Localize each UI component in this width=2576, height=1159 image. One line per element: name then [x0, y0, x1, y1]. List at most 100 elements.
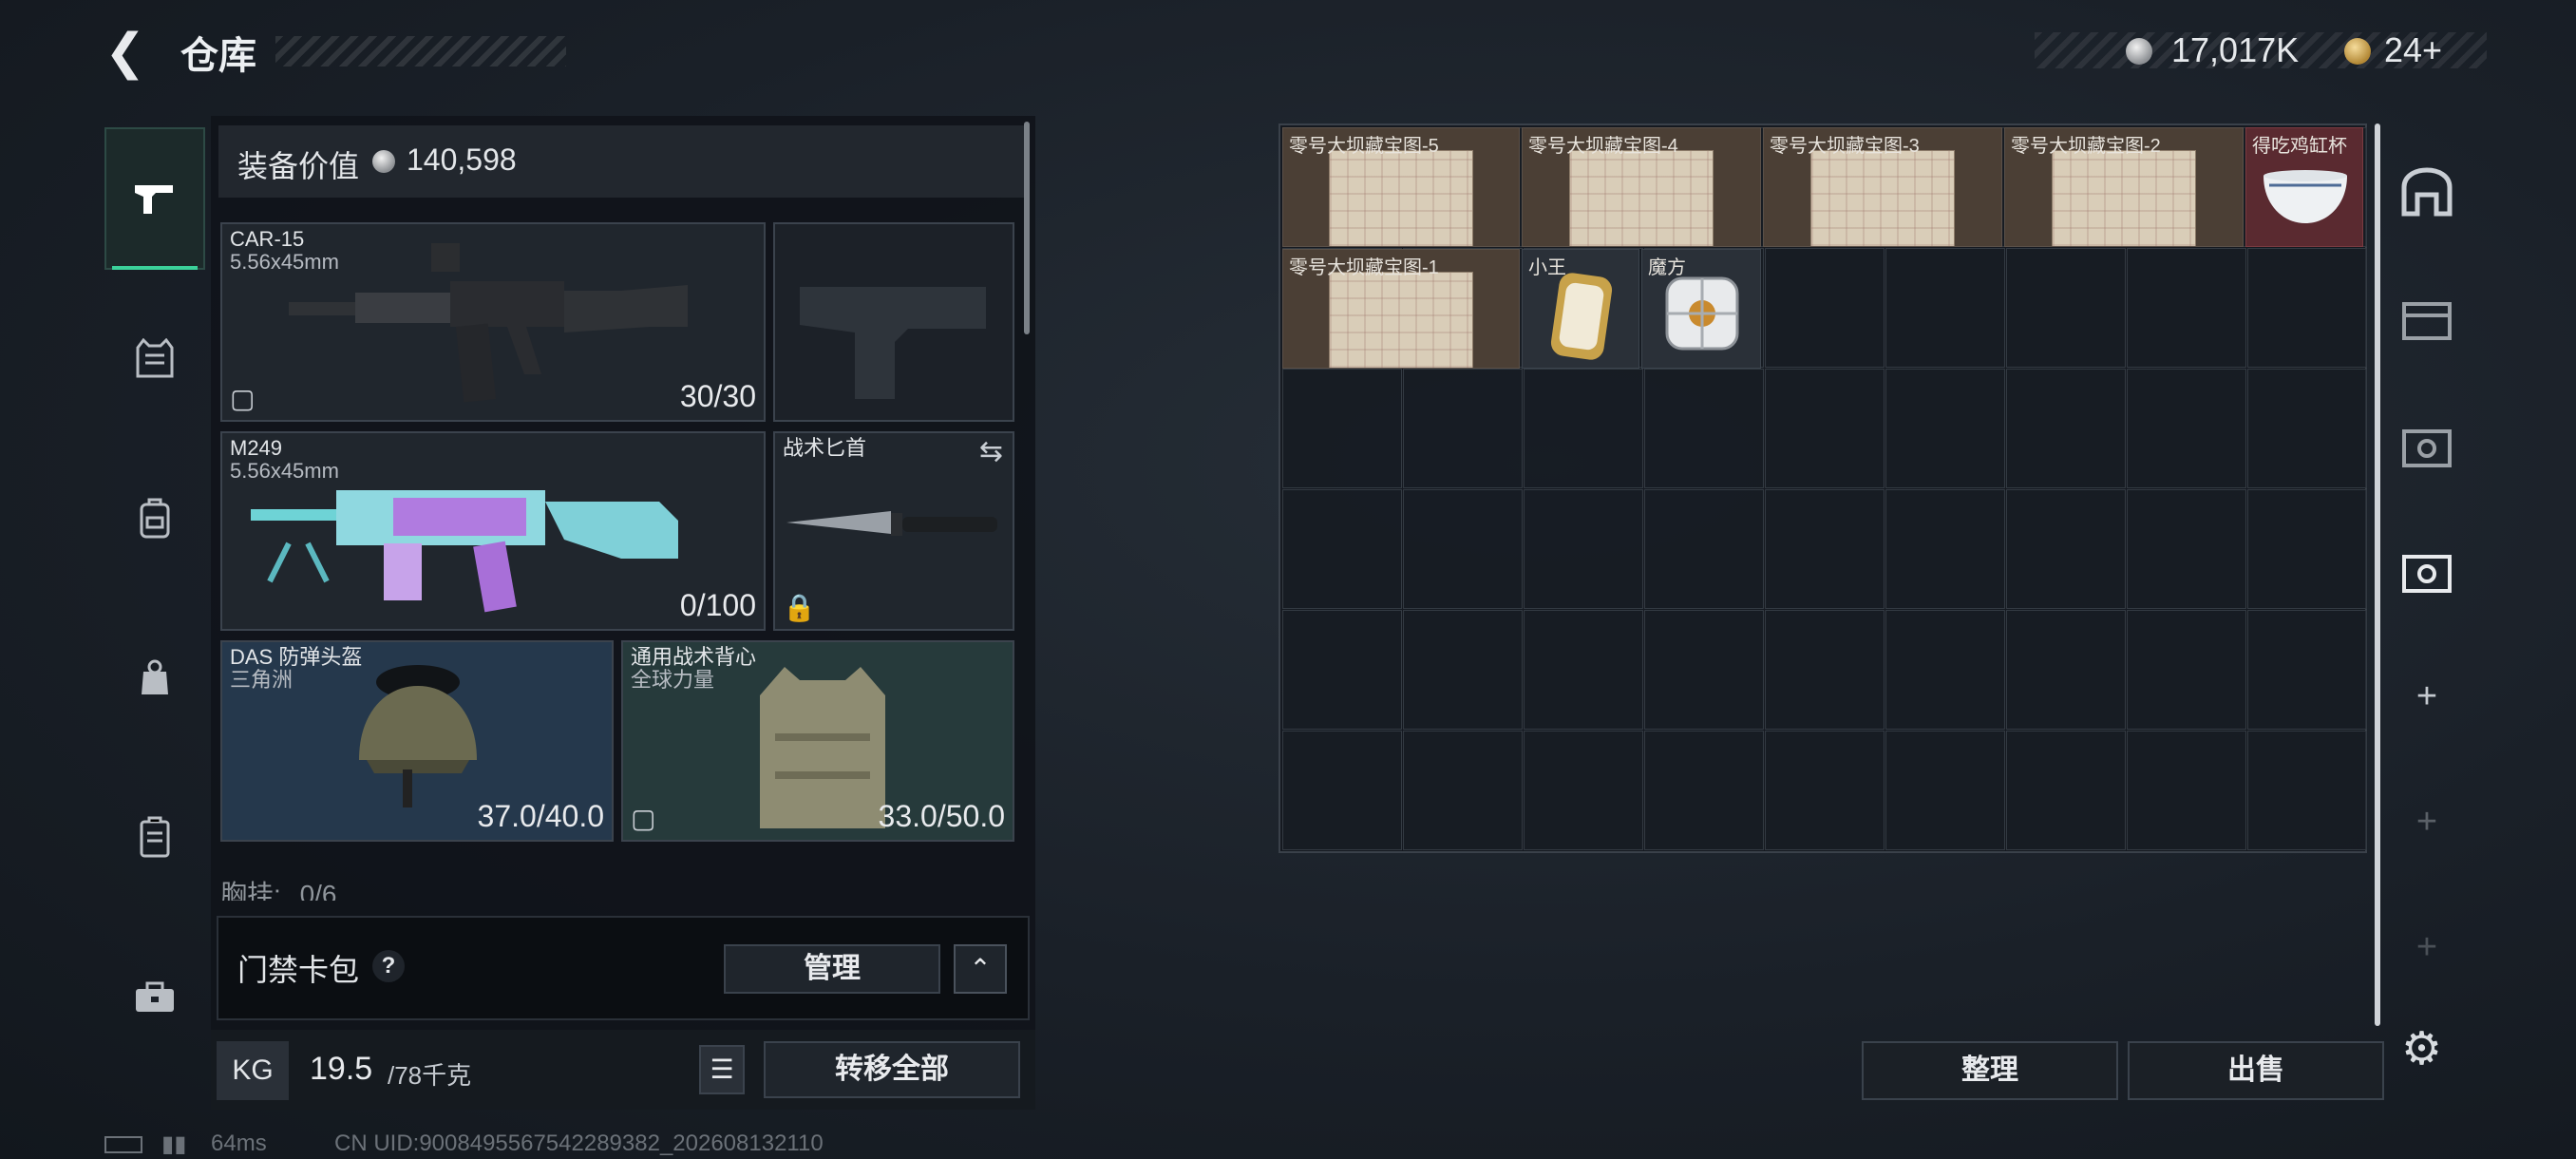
item-label: 零号大坝藏宝图-2 [2011, 136, 2161, 157]
grid-cell[interactable] [2247, 489, 2367, 609]
grid-cell[interactable] [2127, 369, 2246, 488]
grid-cell[interactable] [1765, 489, 1885, 609]
equipment-scrollbar[interactable] [1024, 122, 1030, 334]
storage-item[interactable]: 零号大坝藏宝图-1 [1282, 249, 1520, 369]
storage-tab-2[interactable] [2386, 266, 2468, 370]
chest-rig-row[interactable]: 胸挂: 0/6 [220, 863, 1014, 901]
grid-cell[interactable] [2247, 731, 2367, 850]
grid-cell[interactable] [1282, 731, 1402, 850]
page-title: 仓库 [180, 35, 256, 77]
grid-cell[interactable] [1644, 731, 1764, 850]
chevron-up-icon[interactable]: ⌃ [954, 944, 1007, 994]
rail-bag[interactable] [104, 606, 205, 749]
grid-cell[interactable] [1885, 489, 2005, 609]
grid-cell[interactable] [1524, 610, 1643, 730]
helmet-slot[interactable]: DAS 防弹头盔 三角洲 37.0/40.0 [220, 640, 614, 842]
grid-cell[interactable] [2006, 369, 2126, 488]
grid-cell[interactable] [1524, 489, 1643, 609]
storage-tab-main[interactable] [2386, 141, 2468, 245]
grid-cell[interactable] [1403, 610, 1523, 730]
helmet-name: DAS 防弹头盔 [230, 645, 363, 669]
storage-item[interactable]: 零号大坝藏宝图-5 [1282, 127, 1520, 247]
rail-armor[interactable] [104, 287, 205, 429]
storage-item[interactable]: 零号大坝藏宝图-2 [2004, 127, 2244, 247]
melee-slot[interactable]: 战术匕首 ⇆ 🔒 [773, 431, 1014, 631]
grid-cell[interactable] [2247, 610, 2367, 730]
cube-icon [1665, 276, 1739, 351]
grid-cell[interactable] [1765, 369, 1885, 488]
storage-scrollbar[interactable] [2375, 124, 2380, 1026]
grid-cell[interactable] [1282, 369, 1402, 488]
sell-button[interactable]: 出售 [2128, 1041, 2384, 1100]
grid-cell[interactable] [1885, 369, 2005, 488]
grid-cell[interactable] [2127, 248, 2246, 368]
transfer-all-button[interactable]: 转移全部 [764, 1041, 1020, 1098]
gear-icon[interactable]: ⚙ [2401, 1022, 2442, 1075]
rail-backpack[interactable] [104, 446, 205, 589]
grid-cell[interactable] [1403, 369, 1523, 488]
storage-tab-4-active[interactable] [2386, 519, 2468, 623]
secondary-weapon-slot[interactable]: M249 5.56x45mm 0/100 [220, 431, 766, 631]
manage-button[interactable]: 管理 [724, 944, 940, 994]
weight-max: /78千克 [388, 1061, 472, 1090]
grid-cell[interactable] [2006, 731, 2126, 850]
storage-tab-3[interactable] [2386, 393, 2468, 498]
grid-cell[interactable] [2127, 489, 2246, 609]
grid-cell[interactable] [1403, 731, 1523, 850]
grid-cell[interactable] [1885, 248, 2005, 368]
grid-cell[interactable] [1644, 489, 1764, 609]
pistol-icon [135, 185, 173, 214]
toolbox-icon [136, 981, 174, 1012]
rail-container[interactable] [104, 766, 205, 908]
primary-weapon-slot[interactable]: CAR-15 5.56x45mm ▢ 30/30 [220, 222, 766, 422]
grid-cell[interactable] [1524, 731, 1643, 850]
rail-safebox[interactable] [104, 925, 205, 1068]
silver-coin-icon [372, 150, 395, 173]
grid-cell[interactable] [1644, 610, 1764, 730]
storage-item[interactable]: 得吃鸡缸杯 [2245, 127, 2363, 247]
back-button[interactable]: ❮ [104, 28, 152, 77]
grid-cell[interactable] [2247, 369, 2367, 488]
gold-amount[interactable]: 24+ [2384, 30, 2442, 70]
grid-cell[interactable] [1282, 610, 1402, 730]
silver-amount[interactable]: 17,017K [2171, 30, 2299, 70]
item-label: 零号大坝藏宝图-1 [1289, 257, 1439, 278]
sort-button[interactable]: 整理 [1862, 1041, 2118, 1100]
grid-cell[interactable] [1765, 731, 1885, 850]
gold-coin-icon [2344, 38, 2371, 65]
vest-slot[interactable]: 通用战术背心 全球力量 ▢ 33.0/50.0 [621, 640, 1014, 842]
grid-cell[interactable] [1524, 369, 1643, 488]
uid-text: CN UID:9008495567542289382_202608132110 [334, 1130, 824, 1156]
grid-cell[interactable] [2006, 489, 2126, 609]
storage-item[interactable]: 零号大坝藏宝图-3 [1763, 127, 2002, 247]
treasure-map-icon [1329, 150, 1473, 246]
helmet-brand: 三角洲 [230, 668, 294, 692]
add-storage-icon[interactable]: + [2386, 644, 2468, 749]
item-label: 零号大坝藏宝图-4 [1528, 136, 1678, 157]
grid-cell[interactable] [2006, 248, 2126, 368]
add-storage-icon[interactable]: + [2386, 895, 2468, 999]
grid-cell[interactable] [1765, 248, 1885, 368]
storage-item[interactable]: 零号大坝藏宝图-4 [1522, 127, 1761, 247]
porcelain-cup-icon [2263, 170, 2347, 223]
grid-cell[interactable] [1885, 610, 2005, 730]
grid-cell[interactable] [1403, 489, 1523, 609]
add-storage-icon[interactable]: + [2386, 770, 2468, 874]
grid-cell[interactable] [1765, 610, 1885, 730]
grid-cell[interactable] [1282, 489, 1402, 609]
storage-item[interactable]: 魔方 [1641, 249, 1761, 369]
list-icon[interactable]: ☰ [699, 1045, 745, 1094]
grid-cell[interactable] [1885, 731, 2005, 850]
grid-cell[interactable] [2127, 610, 2246, 730]
help-icon[interactable]: ? [372, 950, 405, 982]
no-insure-icon: ▢ [230, 384, 256, 413]
grid-cell[interactable] [2006, 610, 2126, 730]
card-icon [1550, 273, 1613, 360]
grid-cell[interactable] [1644, 369, 1764, 488]
grid-cell[interactable] [2127, 731, 2246, 850]
storage-item[interactable]: 小王 [1522, 249, 1639, 369]
pistol-slot-empty[interactable] [773, 222, 1014, 422]
rail-weapons[interactable] [104, 127, 205, 270]
grid-cell[interactable] [2247, 248, 2367, 368]
swap-icon[interactable]: ⇆ [979, 435, 1003, 468]
